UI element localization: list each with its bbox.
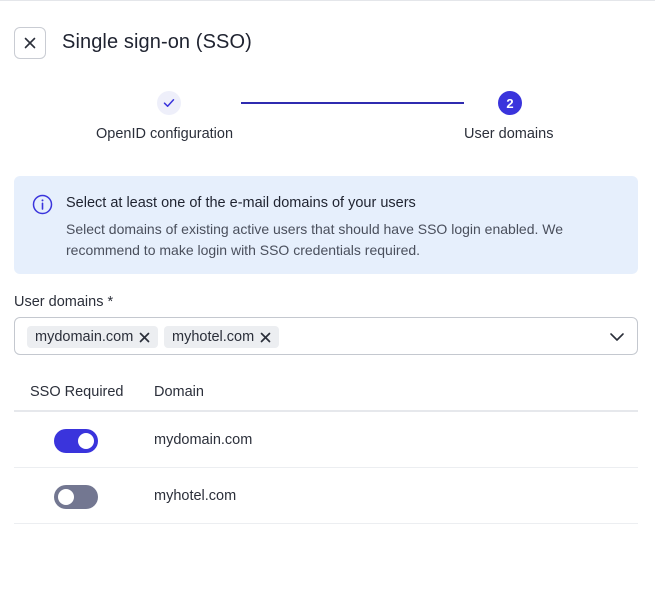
remove-icon[interactable]: [260, 332, 271, 343]
domains-table: SSO Required Domain mydomain.com myhotel…: [14, 371, 638, 524]
step-label: User domains: [464, 126, 554, 142]
user-domains-select[interactable]: mydomain.com myhotel.com: [14, 317, 638, 355]
step-connector: [241, 102, 464, 104]
info-icon: [32, 194, 53, 215]
toggle-knob: [78, 433, 94, 449]
chip-label: mydomain.com: [35, 329, 134, 345]
table-row: myhotel.com: [14, 468, 638, 524]
table-row: mydomain.com: [14, 412, 638, 468]
close-icon: [24, 37, 36, 49]
chip-label: myhotel.com: [172, 329, 255, 345]
step-number: 2: [498, 91, 522, 115]
chevron-down-icon[interactable]: [609, 329, 625, 345]
column-header-sso-required: SSO Required: [30, 384, 124, 400]
info-text: Select domains of existing active users …: [66, 221, 564, 258]
domain-cell: mydomain.com: [154, 432, 253, 448]
info-title: Select at least one of the e-mail domain…: [66, 195, 416, 211]
dialog-title: Single sign-on (SSO): [62, 31, 252, 53]
sso-dialog: Single sign-on (SSO) OpenID configuratio…: [0, 0, 655, 596]
step-label: OpenID configuration: [96, 126, 234, 142]
table-header: SSO Required Domain: [14, 371, 638, 412]
domain-chip: mydomain.com: [27, 326, 159, 348]
step-completed-indicator: [157, 91, 181, 115]
toggle-knob: [58, 489, 74, 505]
sso-required-toggle[interactable]: [54, 429, 98, 453]
info-banner: Select at least one of the e-mail domain…: [14, 176, 638, 274]
stepper: OpenID configuration 2 User domains: [0, 89, 655, 149]
close-button[interactable]: [14, 27, 46, 59]
check-icon: [163, 99, 175, 107]
remove-icon[interactable]: [139, 332, 150, 343]
sso-required-toggle[interactable]: [54, 485, 98, 509]
column-header-domain: Domain: [154, 384, 204, 400]
domain-cell: myhotel.com: [154, 488, 237, 504]
user-domains-label: User domains *: [14, 294, 114, 310]
domain-chip: myhotel.com: [164, 326, 280, 348]
